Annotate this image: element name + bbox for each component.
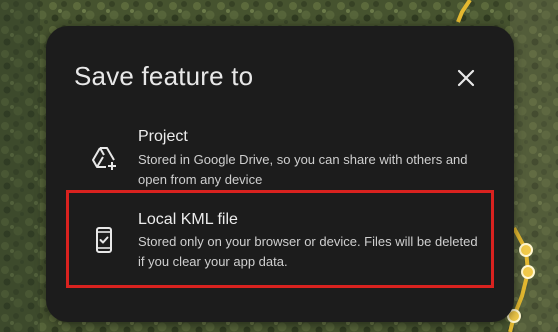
close-icon bbox=[457, 69, 475, 87]
dialog-title: Save feature to bbox=[74, 61, 254, 91]
phone-check-icon bbox=[96, 227, 112, 253]
close-button[interactable] bbox=[450, 62, 482, 94]
option-kml-title: Local KML file bbox=[138, 211, 238, 228]
option-project-title: Project bbox=[138, 128, 188, 145]
save-feature-dialog: Save feature to Project Stored in Google… bbox=[46, 26, 514, 322]
option-kml-description: Stored only on your browser or device. F… bbox=[138, 234, 478, 269]
screenshot-stage: Save feature to Project Stored in Google… bbox=[0, 0, 558, 332]
option-project-description: Stored in Google Drive, so you can share… bbox=[138, 152, 468, 187]
add-to-drive-icon bbox=[92, 147, 116, 170]
option-project[interactable]: Project Stored in Google Drive, so you c… bbox=[66, 122, 496, 194]
option-local-kml-file[interactable]: Local KML file Stored only on your brows… bbox=[66, 196, 496, 288]
